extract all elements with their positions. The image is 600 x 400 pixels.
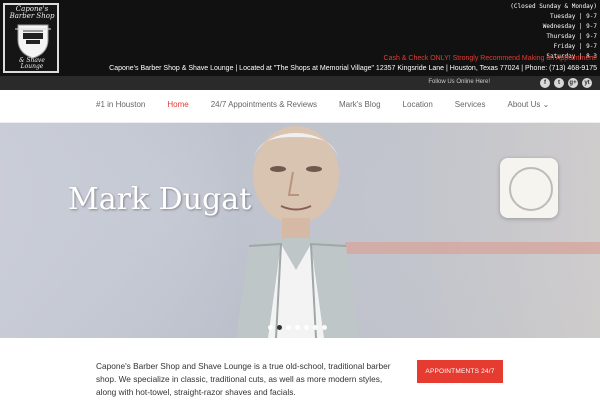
address-line: Capone's Barber Shop & Shave Lounge | Lo…	[109, 65, 597, 72]
logo-top-text: Capone's Barber Shop	[9, 5, 55, 20]
nav-item-appointments-reviews[interactable]: 24/7 Appointments & Reviews	[211, 100, 317, 109]
logo-bottom-text: & Shave Lounge	[19, 57, 45, 70]
hours-row-friday: Friday | 9-7	[553, 43, 597, 50]
nav-item-location[interactable]: Location	[403, 100, 433, 109]
appointments-button[interactable]: APPOINTMENTS 24/7	[417, 360, 503, 383]
follow-bar: Follow Us Online Here! f t g+ yt	[0, 76, 600, 90]
hours-label: Tuesday	[550, 13, 576, 20]
hero-slider[interactable]: Mark Dugat	[0, 123, 600, 338]
hero-portrait	[236, 126, 359, 338]
slider-dots	[268, 325, 327, 330]
nav-item-marks-blog[interactable]: Mark's Blog	[339, 100, 381, 109]
nav-item-about-us-label: About Us	[507, 100, 541, 109]
youtube-icon[interactable]: yt	[582, 78, 592, 88]
site-logo[interactable]: Capone's Barber Shop & Shave Lounge	[3, 3, 59, 73]
nav-item-houston[interactable]: #1 in Houston	[96, 100, 145, 109]
slider-dot[interactable]	[286, 325, 291, 330]
hours-row-closed: (Closed Sunday & Monday)	[510, 2, 597, 12]
nav-item-home[interactable]: Home	[167, 100, 188, 109]
hours-row-thursday: Thursday | 9-7	[546, 33, 597, 40]
social-links: f t g+ yt	[540, 78, 592, 88]
hours-row-tuesday: Tuesday | 9-7	[550, 13, 597, 20]
chevron-down-icon: ⌄	[542, 100, 550, 109]
slider-dot-active[interactable]	[277, 325, 282, 330]
hours-label: Thursday	[546, 33, 576, 40]
hours-label: Wednesday	[542, 23, 576, 30]
slider-dot[interactable]	[313, 325, 318, 330]
hours-value: 9-7	[586, 43, 597, 50]
slider-dot[interactable]	[295, 325, 300, 330]
main-nav: #1 in Houston Home 24/7 Appointments & R…	[0, 90, 600, 123]
hours-row-wednesday: Wednesday | 9-7	[542, 23, 597, 30]
nav-items: #1 in Houston Home 24/7 Appointments & R…	[96, 100, 549, 109]
nav-item-services[interactable]: Services	[455, 100, 486, 109]
hours-label: Friday	[553, 43, 576, 50]
hours-value: 9-7	[586, 33, 597, 40]
hours-label: (Closed Sunday & Monday)	[510, 3, 597, 10]
slider-dot[interactable]	[304, 325, 309, 330]
clock-image	[500, 158, 558, 218]
hours-value: 9-7	[586, 23, 597, 30]
facebook-icon[interactable]: f	[540, 78, 550, 88]
intro-paragraph: Capone's Barber Shop and Shave Lounge is…	[96, 361, 391, 397]
crest-icon	[15, 24, 51, 59]
hours-value: 9-7	[586, 13, 597, 20]
twitter-icon[interactable]: t	[554, 78, 564, 88]
cash-notice: Cash & Check ONLY! Strongly Recommend Ma…	[383, 55, 597, 62]
slider-dot[interactable]	[268, 325, 273, 330]
site-header: Capone's Barber Shop & Shave Lounge (Clo…	[0, 0, 600, 76]
follow-text: Follow Us Online Here!	[428, 79, 490, 85]
business-hours: (Closed Sunday & Monday) Tuesday | 9-7 W…	[510, 2, 597, 62]
nav-item-about-us[interactable]: About Us ⌄	[507, 100, 549, 109]
google-plus-icon[interactable]: g+	[568, 78, 578, 88]
slider-dot[interactable]	[322, 325, 327, 330]
hero-title: Mark Dugat	[68, 182, 252, 217]
